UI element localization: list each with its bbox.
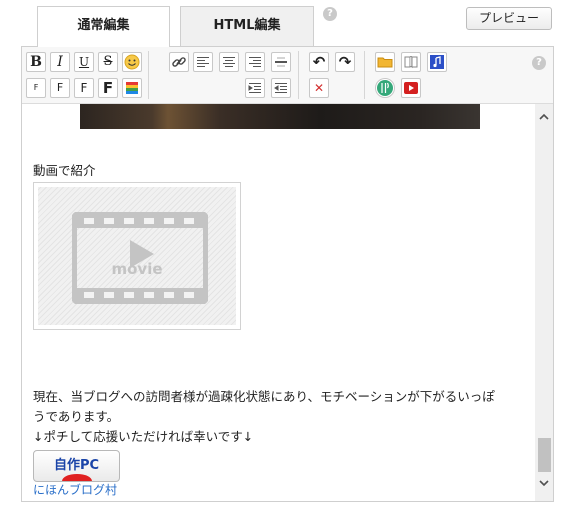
tab-normal-edit[interactable]: 通常編集 — [37, 6, 170, 47]
indent-icon[interactable] — [245, 78, 265, 98]
blog-village-link[interactable]: にほんブログ村 — [33, 482, 117, 498]
banner-logo — [62, 474, 92, 481]
music-icon[interactable] — [427, 52, 447, 72]
horizontal-rule-icon[interactable] — [271, 52, 291, 72]
movie-placeholder[interactable]: movie — [33, 182, 241, 330]
book-icon[interactable] — [401, 52, 421, 72]
scroll-thumb[interactable] — [538, 438, 551, 472]
italic-button[interactable]: I — [50, 52, 70, 72]
ranking-banner[interactable]: 自作PC — [33, 450, 120, 482]
toolbar-separator — [298, 51, 299, 99]
link-icon[interactable] — [169, 52, 189, 72]
toolbar-separator — [148, 51, 149, 99]
paragraph-line-2: うであります。 — [33, 409, 120, 424]
undo-button[interactable]: ↶ — [309, 52, 329, 72]
font-size-medium-button[interactable]: F — [50, 78, 70, 98]
scrollbar[interactable] — [535, 104, 553, 501]
help-icon[interactable]: ? — [323, 7, 337, 21]
emoji-icon[interactable] — [122, 52, 142, 72]
paragraph-line-3: ↓ポチして応援いただければ幸いです↓ — [33, 429, 254, 444]
video-icon[interactable] — [401, 78, 421, 98]
content-area[interactable]: 動画で紹介 movie 現在、当ブログへの訪問者様が過疎化状態にあり、モチベーシ… — [22, 104, 535, 501]
font-size-small-button[interactable]: F — [26, 78, 46, 98]
paragraph-line-1: 現在、当ブログへの訪問者様が過疎化状態にあり、モチベーションが下がるいっぽ — [33, 389, 495, 404]
align-right-icon[interactable] — [245, 52, 265, 72]
font-size-large-button[interactable]: F — [74, 78, 94, 98]
folder-icon[interactable] — [375, 52, 395, 72]
delete-format-button[interactable]: ✕ — [309, 78, 329, 98]
preview-button[interactable]: プレビュー — [466, 7, 552, 30]
food-icon[interactable] — [375, 78, 395, 98]
strikethrough-button[interactable]: S — [98, 52, 118, 72]
embedded-image — [80, 104, 480, 129]
video-heading: 動画で紹介 — [33, 163, 96, 178]
align-left-icon[interactable] — [193, 52, 213, 72]
underline-button[interactable]: U — [74, 52, 94, 72]
scroll-up-icon[interactable] — [535, 110, 553, 126]
film-icon — [72, 212, 208, 304]
scroll-down-icon[interactable] — [535, 476, 553, 492]
font-size-xlarge-button[interactable]: F — [98, 78, 118, 98]
editor: B I U S F F F F ↶ ↷ ✕ ? 動画で紹介 movie 現在、当… — [21, 46, 554, 502]
redo-button[interactable]: ↷ — [335, 52, 355, 72]
outdent-icon[interactable] — [271, 78, 291, 98]
movie-label: movie — [111, 260, 163, 278]
bold-button[interactable]: B — [26, 52, 46, 72]
banner-text: 自作PC — [53, 458, 100, 473]
tab-html-edit[interactable]: HTML編集 — [180, 6, 314, 46]
toolbar: B I U S F F F F ↶ ↷ ✕ ? — [22, 47, 553, 104]
toolbar-separator — [364, 51, 365, 99]
align-center-icon[interactable] — [219, 52, 239, 72]
toolbar-help-icon[interactable]: ? — [532, 56, 546, 70]
color-palette-icon[interactable] — [122, 78, 142, 98]
